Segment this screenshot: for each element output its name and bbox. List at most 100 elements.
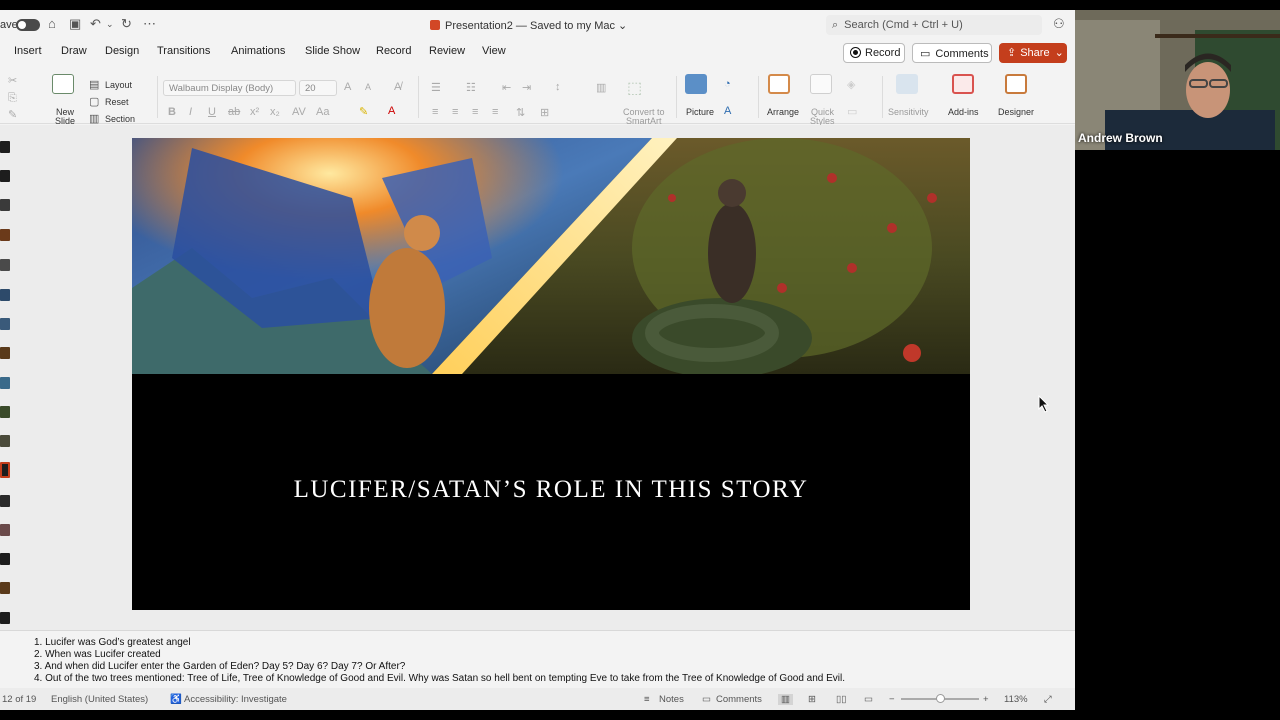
columns-icon[interactable]: ▥	[596, 81, 606, 94]
share-button[interactable]: ⇪ Share ⌄	[999, 43, 1067, 63]
new-slide-icon[interactable]	[52, 74, 74, 94]
cut-icon[interactable]: ✂	[8, 74, 17, 87]
tab-view[interactable]: View	[482, 45, 506, 57]
italic-icon[interactable]: I	[189, 106, 192, 118]
layout-button[interactable]: Layout	[105, 80, 132, 90]
font-color-icon[interactable]: A	[388, 105, 395, 117]
increase-font-icon[interactable]: A	[344, 81, 351, 93]
zoom-slider-handle[interactable]	[936, 694, 945, 703]
smartart-icon[interactable]: ⬚	[627, 78, 642, 98]
align-text-icon[interactable]: ⊞	[540, 106, 549, 119]
section-button[interactable]: Section	[105, 114, 135, 124]
text-direction-icon[interactable]: ⇅	[516, 106, 525, 119]
font-size-select[interactable]: 20	[299, 80, 337, 96]
record-button[interactable]: Record	[843, 43, 905, 63]
addins-icon[interactable]	[952, 74, 974, 94]
undo-dropdown-icon[interactable]: ⌄	[106, 17, 114, 31]
tab-design[interactable]: Design	[105, 45, 139, 57]
slide-thumbnail[interactable]	[0, 495, 10, 507]
slide-thumbnail[interactable]	[0, 406, 10, 418]
more-icon[interactable]: ⋯	[143, 17, 156, 31]
strikethrough-icon[interactable]: ab	[228, 106, 240, 118]
tab-record[interactable]: Record	[376, 45, 411, 57]
slide-thumbnail[interactable]	[0, 318, 10, 330]
autosave-toggle[interactable]	[16, 19, 40, 31]
slideshow-icon[interactable]: ▭	[864, 694, 873, 705]
change-case-icon[interactable]: Aa	[316, 106, 329, 118]
quick-styles-icon[interactable]	[810, 74, 832, 94]
slide-thumbnail[interactable]	[0, 612, 10, 624]
highlight-icon[interactable]: ✎	[359, 105, 368, 118]
shape-outline-icon[interactable]: ▭	[847, 105, 857, 118]
slide-thumbnail[interactable]	[0, 553, 10, 565]
language-indicator[interactable]: English (United States)	[51, 694, 148, 705]
font-name-select[interactable]: Walbaum Display (Body)	[163, 80, 296, 96]
align-center-icon[interactable]: ≡	[452, 106, 458, 118]
speaker-notes-pane[interactable]: 1. Lucifer was God’s greatest angel 2. W…	[0, 630, 1075, 695]
slide-thumbnail[interactable]	[0, 199, 10, 211]
undo-icon[interactable]: ↶	[90, 17, 101, 31]
slide-sorter-icon[interactable]: ⊞	[808, 694, 816, 705]
underline-icon[interactable]: U	[208, 106, 216, 118]
accessibility-status[interactable]: Accessibility: Investigate	[184, 694, 287, 705]
copy-icon[interactable]: ⎘	[8, 92, 17, 105]
fit-slide-icon[interactable]: ⤢	[1044, 694, 1052, 705]
normal-view-icon[interactable]: ▥	[778, 694, 793, 705]
decrease-font-icon[interactable]: A	[365, 82, 371, 92]
tab-review[interactable]: Review	[429, 45, 465, 57]
search-box[interactable]: ⌕ Search (Cmd + Ctrl + U)	[826, 15, 1042, 35]
clear-format-icon[interactable]: A̸	[394, 81, 401, 93]
slide-thumbnail[interactable]	[0, 582, 10, 594]
superscript-icon[interactable]: x²	[250, 106, 259, 118]
arrange-icon[interactable]	[768, 74, 790, 94]
participant-video-tile[interactable]: Andrew Brown	[1075, 10, 1280, 150]
slide-thumbnail[interactable]	[0, 289, 10, 301]
slide-artwork-image[interactable]	[132, 138, 970, 374]
home-icon[interactable]: ⌂	[48, 17, 56, 31]
slide-thumbnail[interactable]	[0, 259, 10, 271]
tab-draw[interactable]: Draw	[61, 45, 87, 57]
shapes-icon[interactable]: ◔	[724, 78, 731, 90]
comments-button[interactable]: ▭ Comments	[912, 43, 992, 63]
align-left-icon[interactable]: ≡	[432, 106, 438, 118]
save-icon[interactable]: ▣	[69, 17, 81, 31]
increase-indent-icon[interactable]: ⇥	[522, 81, 531, 94]
redo-icon[interactable]: ↻	[121, 17, 132, 31]
character-spacing-icon[interactable]: AV	[292, 106, 306, 118]
slide-thumbnail[interactable]	[0, 170, 10, 182]
notes-toggle[interactable]: Notes	[659, 694, 684, 705]
slide-thumbnail[interactable]	[0, 524, 10, 536]
slide-thumbnail[interactable]	[0, 141, 10, 153]
bold-icon[interactable]: B	[168, 106, 176, 118]
current-slide[interactable]: LUCIFER/SATAN’S ROLE IN THIS STORY	[132, 138, 970, 610]
designer-icon[interactable]	[1005, 74, 1027, 94]
tab-animations[interactable]: Animations	[231, 45, 285, 57]
document-title[interactable]: Presentation2 — Saved to my Mac ⌄	[430, 19, 627, 32]
shape-fill-icon[interactable]: ◈	[847, 78, 855, 91]
reset-button[interactable]: Reset	[105, 97, 129, 107]
tab-insert[interactable]: Insert	[14, 45, 42, 57]
tab-slide-show[interactable]: Slide Show	[305, 45, 360, 57]
comments-toggle[interactable]: Comments	[716, 694, 762, 705]
slide-thumbnail[interactable]	[0, 347, 10, 359]
slide-thumbnail-active[interactable]	[0, 462, 10, 478]
share-people-icon[interactable]: ⚇	[1053, 17, 1065, 31]
decrease-indent-icon[interactable]: ⇤	[502, 81, 511, 94]
format-painter-icon[interactable]: ✎	[8, 108, 17, 121]
line-spacing-icon[interactable]: ↕	[555, 81, 561, 93]
zoom-in-icon[interactable]: +	[983, 694, 989, 705]
slide-title[interactable]: LUCIFER/SATAN’S ROLE IN THIS STORY	[132, 476, 970, 504]
slide-thumbnail[interactable]	[0, 435, 10, 447]
slide-thumbnail[interactable]	[0, 229, 10, 241]
text-box-icon[interactable]: A	[724, 105, 731, 117]
slide-thumbnail[interactable]	[0, 377, 10, 389]
numbering-icon[interactable]: ☷	[466, 81, 476, 94]
zoom-level[interactable]: 113%	[1004, 694, 1028, 705]
justify-icon[interactable]: ≡	[492, 106, 498, 118]
subscript-icon[interactable]: x₂	[270, 106, 280, 118]
reading-view-icon[interactable]: ▯▯	[836, 694, 846, 705]
tab-transitions[interactable]: Transitions	[157, 45, 210, 57]
picture-icon[interactable]	[685, 74, 707, 94]
sensitivity-icon[interactable]	[896, 74, 918, 94]
zoom-out-icon[interactable]: −	[889, 694, 895, 705]
